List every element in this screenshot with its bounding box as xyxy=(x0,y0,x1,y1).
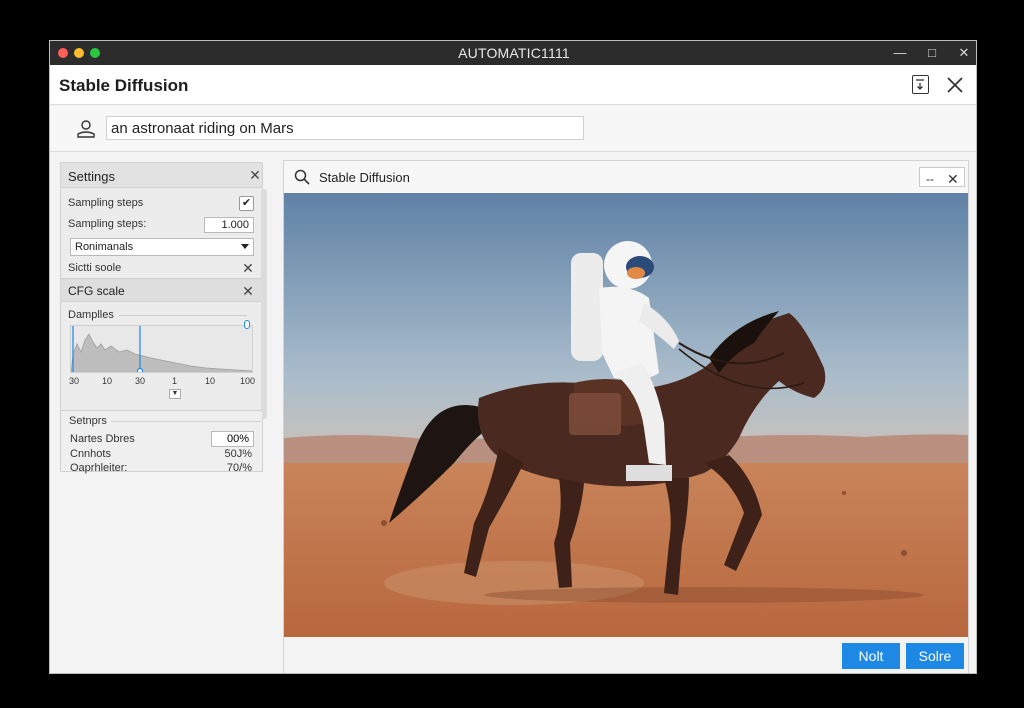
graph-tick: 1 xyxy=(172,376,178,386)
settings-panel: Settings ✕ Sampling steps ✔ Sampling ste… xyxy=(60,162,267,474)
remove-extra-icon[interactable]: ✕ xyxy=(241,261,255,275)
close-settings-icon[interactable]: ✕ xyxy=(248,168,262,182)
sub-row-label: Cnnhots xyxy=(70,448,111,460)
graph-tick: 30 xyxy=(135,376,146,386)
graph-tick: 10 xyxy=(205,376,216,386)
samples-graph[interactable] xyxy=(70,325,253,373)
sub-row-input[interactable] xyxy=(211,431,254,447)
viewer-title: Stable Diffusion xyxy=(319,170,410,185)
samples-label: Damplles xyxy=(68,309,114,321)
extra-row-label: Sictti soole xyxy=(68,262,122,274)
graph-tick: 10 xyxy=(102,376,113,386)
prompt-input[interactable] xyxy=(106,116,584,140)
maximize-icon[interactable]: □ xyxy=(920,43,944,63)
sub-settings-title: Setnprs xyxy=(69,415,107,427)
sampling-steps-label-2: Sampling steps: xyxy=(68,218,147,230)
extra-row: Sictti soole ✕ xyxy=(61,261,262,276)
expand-graph-icon[interactable]: ▼ xyxy=(169,389,181,399)
export-icon[interactable] xyxy=(912,75,929,94)
primary-button-2[interactable]: Solre xyxy=(906,643,964,669)
sub-row: Nartes Dbres xyxy=(61,431,262,447)
search-icon[interactable] xyxy=(294,169,310,185)
cfg-scale-label: CFG scale xyxy=(68,284,125,298)
title-bar: AUTOMATIC1111 — □ ✕ xyxy=(50,41,976,65)
range-handle[interactable] xyxy=(244,320,250,329)
graph-tick: 30 xyxy=(69,376,80,386)
graph-tick: 100 xyxy=(240,376,256,386)
primary-button-1[interactable]: Nolt xyxy=(842,643,900,669)
sampler-select[interactable]: Ronimanals xyxy=(70,238,254,256)
sub-row: Oaprhleiter: 70/% xyxy=(61,462,262,476)
window-title: AUTOMATIC1111 xyxy=(458,45,570,61)
sub-settings: Setnprs Nartes Dbres Cnnhots 50J% Oaprhl… xyxy=(61,410,262,474)
sub-row: Cnnhots 50J% xyxy=(61,448,262,462)
image-viewer: Stable Diffusion -- ✕ xyxy=(283,160,969,673)
sampling-steps-value-row: Sampling steps: xyxy=(61,217,262,233)
close-icon[interactable]: ✕ xyxy=(952,43,976,63)
user-icon xyxy=(76,119,96,139)
viewer-header: Stable Diffusion -- ✕ xyxy=(284,161,968,193)
sampling-steps-input[interactable] xyxy=(204,217,254,233)
sub-row-value: 50J% xyxy=(224,448,252,460)
sub-row-label: Oaprhleiter: xyxy=(70,462,128,474)
prompt-bar xyxy=(50,106,976,152)
app-window: AUTOMATIC1111 — □ ✕ Stable Diffusion an … xyxy=(49,40,977,674)
sampling-steps-checkbox[interactable]: ✔ xyxy=(239,196,254,211)
sampler-selected: Ronimanals xyxy=(75,241,134,253)
chevron-down-icon xyxy=(241,244,249,249)
settings-header: Settings ✕ xyxy=(61,163,262,188)
viewer-controls: -- ✕ xyxy=(919,167,965,187)
close-viewer-icon[interactable]: ✕ xyxy=(947,171,959,188)
generated-image[interactable] xyxy=(284,193,968,637)
cfg-scale-row[interactable]: CFG scale ✕ xyxy=(61,278,262,302)
sampling-steps-row: Sampling steps ✔ xyxy=(61,196,262,212)
settings-title: Settings xyxy=(68,169,115,184)
app-header: Stable Diffusion xyxy=(50,65,976,105)
divider xyxy=(119,315,247,316)
page-title: Stable Diffusion xyxy=(59,76,189,95)
samples-row: Damplles xyxy=(61,309,262,323)
sampling-steps-label: Sampling steps xyxy=(68,197,144,209)
minimize-viewer-button[interactable]: -- xyxy=(926,172,934,186)
sub-row-label: Nartes Dbres xyxy=(70,433,135,445)
minimize-icon[interactable]: — xyxy=(888,43,912,63)
sub-row-value: 70/% xyxy=(226,462,252,474)
divider xyxy=(111,421,261,422)
remove-cfg-icon[interactable]: ✕ xyxy=(241,284,255,298)
close-panel-icon[interactable] xyxy=(945,74,965,96)
